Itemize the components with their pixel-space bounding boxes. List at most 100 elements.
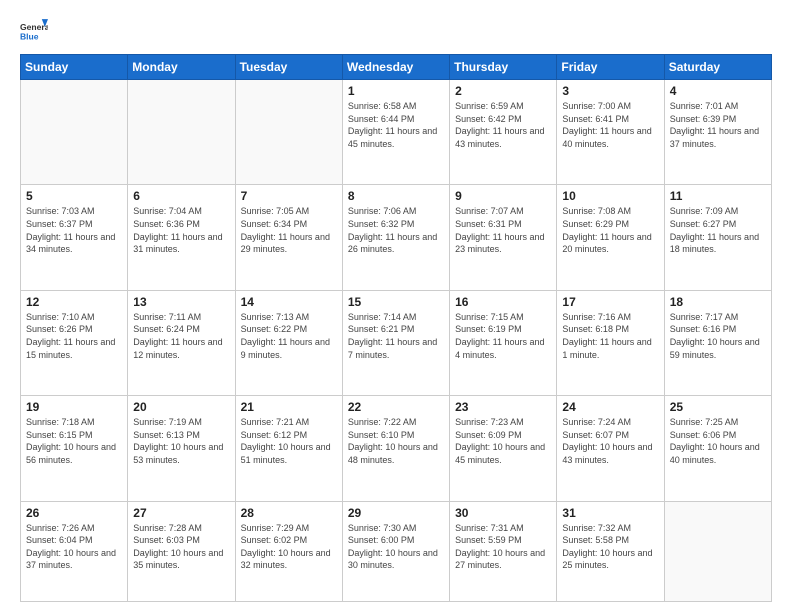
weekday-header: Wednesday: [342, 55, 449, 80]
day-info: Sunrise: 7:28 AMSunset: 6:03 PMDaylight:…: [133, 523, 223, 571]
page-header: General Blue: [20, 16, 772, 44]
day-number: 17: [562, 295, 658, 309]
weekday-header: Tuesday: [235, 55, 342, 80]
calendar-day-cell: 17 Sunrise: 7:16 AMSunset: 6:18 PMDaylig…: [557, 290, 664, 395]
day-number: 31: [562, 506, 658, 520]
calendar-day-cell: 14 Sunrise: 7:13 AMSunset: 6:22 PMDaylig…: [235, 290, 342, 395]
day-number: 12: [26, 295, 122, 309]
day-info: Sunrise: 7:01 AMSunset: 6:39 PMDaylight:…: [670, 101, 759, 149]
day-info: Sunrise: 7:30 AMSunset: 6:00 PMDaylight:…: [348, 523, 438, 571]
day-number: 24: [562, 400, 658, 414]
day-number: 1: [348, 84, 444, 98]
calendar-day-cell: 11 Sunrise: 7:09 AMSunset: 6:27 PMDaylig…: [664, 185, 771, 290]
calendar-day-cell: 10 Sunrise: 7:08 AMSunset: 6:29 PMDaylig…: [557, 185, 664, 290]
day-info: Sunrise: 7:31 AMSunset: 5:59 PMDaylight:…: [455, 523, 545, 571]
day-info: Sunrise: 7:23 AMSunset: 6:09 PMDaylight:…: [455, 417, 545, 465]
calendar-day-cell: 30 Sunrise: 7:31 AMSunset: 5:59 PMDaylig…: [450, 501, 557, 601]
day-info: Sunrise: 7:00 AMSunset: 6:41 PMDaylight:…: [562, 101, 651, 149]
calendar-week-row: 19 Sunrise: 7:18 AMSunset: 6:15 PMDaylig…: [21, 396, 772, 501]
calendar-day-cell: 22 Sunrise: 7:22 AMSunset: 6:10 PMDaylig…: [342, 396, 449, 501]
svg-text:Blue: Blue: [20, 31, 39, 41]
calendar-day-cell: 18 Sunrise: 7:17 AMSunset: 6:16 PMDaylig…: [664, 290, 771, 395]
calendar-day-cell: 7 Sunrise: 7:05 AMSunset: 6:34 PMDayligh…: [235, 185, 342, 290]
calendar-week-row: 12 Sunrise: 7:10 AMSunset: 6:26 PMDaylig…: [21, 290, 772, 395]
calendar-day-cell: 24 Sunrise: 7:24 AMSunset: 6:07 PMDaylig…: [557, 396, 664, 501]
day-number: 30: [455, 506, 551, 520]
calendar-day-cell: 27 Sunrise: 7:28 AMSunset: 6:03 PMDaylig…: [128, 501, 235, 601]
weekday-header: Sunday: [21, 55, 128, 80]
calendar-day-cell: [128, 80, 235, 185]
calendar-day-cell: 31 Sunrise: 7:32 AMSunset: 5:58 PMDaylig…: [557, 501, 664, 601]
day-number: 4: [670, 84, 766, 98]
day-info: Sunrise: 7:06 AMSunset: 6:32 PMDaylight:…: [348, 206, 437, 254]
day-number: 11: [670, 189, 766, 203]
logo: General Blue: [20, 16, 52, 44]
calendar-day-cell: 19 Sunrise: 7:18 AMSunset: 6:15 PMDaylig…: [21, 396, 128, 501]
day-info: Sunrise: 7:10 AMSunset: 6:26 PMDaylight:…: [26, 312, 115, 360]
calendar-day-cell: [235, 80, 342, 185]
day-info: Sunrise: 7:16 AMSunset: 6:18 PMDaylight:…: [562, 312, 651, 360]
day-info: Sunrise: 6:59 AMSunset: 6:42 PMDaylight:…: [455, 101, 544, 149]
calendar-day-cell: 29 Sunrise: 7:30 AMSunset: 6:00 PMDaylig…: [342, 501, 449, 601]
calendar-day-cell: 2 Sunrise: 6:59 AMSunset: 6:42 PMDayligh…: [450, 80, 557, 185]
calendar-day-cell: 16 Sunrise: 7:15 AMSunset: 6:19 PMDaylig…: [450, 290, 557, 395]
weekday-header: Saturday: [664, 55, 771, 80]
day-number: 28: [241, 506, 337, 520]
day-info: Sunrise: 7:08 AMSunset: 6:29 PMDaylight:…: [562, 206, 651, 254]
day-info: Sunrise: 7:24 AMSunset: 6:07 PMDaylight:…: [562, 417, 652, 465]
calendar-day-cell: 28 Sunrise: 7:29 AMSunset: 6:02 PMDaylig…: [235, 501, 342, 601]
day-info: Sunrise: 7:15 AMSunset: 6:19 PMDaylight:…: [455, 312, 544, 360]
day-info: Sunrise: 7:22 AMSunset: 6:10 PMDaylight:…: [348, 417, 438, 465]
day-number: 21: [241, 400, 337, 414]
day-number: 15: [348, 295, 444, 309]
day-info: Sunrise: 7:03 AMSunset: 6:37 PMDaylight:…: [26, 206, 115, 254]
day-info: Sunrise: 7:26 AMSunset: 6:04 PMDaylight:…: [26, 523, 116, 571]
calendar-day-cell: 8 Sunrise: 7:06 AMSunset: 6:32 PMDayligh…: [342, 185, 449, 290]
day-number: 8: [348, 189, 444, 203]
calendar-day-cell: 26 Sunrise: 7:26 AMSunset: 6:04 PMDaylig…: [21, 501, 128, 601]
day-number: 25: [670, 400, 766, 414]
weekday-header: Monday: [128, 55, 235, 80]
calendar-day-cell: 25 Sunrise: 7:25 AMSunset: 6:06 PMDaylig…: [664, 396, 771, 501]
calendar-day-cell: 9 Sunrise: 7:07 AMSunset: 6:31 PMDayligh…: [450, 185, 557, 290]
calendar-day-cell: 4 Sunrise: 7:01 AMSunset: 6:39 PMDayligh…: [664, 80, 771, 185]
day-number: 23: [455, 400, 551, 414]
day-number: 20: [133, 400, 229, 414]
day-info: Sunrise: 7:14 AMSunset: 6:21 PMDaylight:…: [348, 312, 437, 360]
calendar-week-row: 26 Sunrise: 7:26 AMSunset: 6:04 PMDaylig…: [21, 501, 772, 601]
calendar-day-cell: 12 Sunrise: 7:10 AMSunset: 6:26 PMDaylig…: [21, 290, 128, 395]
calendar-day-cell: 6 Sunrise: 7:04 AMSunset: 6:36 PMDayligh…: [128, 185, 235, 290]
day-number: 10: [562, 189, 658, 203]
weekday-header: Friday: [557, 55, 664, 80]
day-info: Sunrise: 7:29 AMSunset: 6:02 PMDaylight:…: [241, 523, 331, 571]
calendar-day-cell: 15 Sunrise: 7:14 AMSunset: 6:21 PMDaylig…: [342, 290, 449, 395]
weekday-header: Thursday: [450, 55, 557, 80]
weekday-header-row: SundayMondayTuesdayWednesdayThursdayFrid…: [21, 55, 772, 80]
calendar-day-cell: 3 Sunrise: 7:00 AMSunset: 6:41 PMDayligh…: [557, 80, 664, 185]
calendar-day-cell: [21, 80, 128, 185]
day-info: Sunrise: 7:17 AMSunset: 6:16 PMDaylight:…: [670, 312, 760, 360]
day-number: 6: [133, 189, 229, 203]
day-number: 18: [670, 295, 766, 309]
day-info: Sunrise: 7:19 AMSunset: 6:13 PMDaylight:…: [133, 417, 223, 465]
day-number: 26: [26, 506, 122, 520]
calendar-week-row: 5 Sunrise: 7:03 AMSunset: 6:37 PMDayligh…: [21, 185, 772, 290]
day-number: 19: [26, 400, 122, 414]
calendar-day-cell: 5 Sunrise: 7:03 AMSunset: 6:37 PMDayligh…: [21, 185, 128, 290]
calendar-week-row: 1 Sunrise: 6:58 AMSunset: 6:44 PMDayligh…: [21, 80, 772, 185]
calendar-day-cell: 20 Sunrise: 7:19 AMSunset: 6:13 PMDaylig…: [128, 396, 235, 501]
logo-icon: General Blue: [20, 16, 48, 44]
day-info: Sunrise: 7:04 AMSunset: 6:36 PMDaylight:…: [133, 206, 222, 254]
day-info: Sunrise: 6:58 AMSunset: 6:44 PMDaylight:…: [348, 101, 437, 149]
day-number: 29: [348, 506, 444, 520]
day-number: 13: [133, 295, 229, 309]
day-number: 9: [455, 189, 551, 203]
day-number: 2: [455, 84, 551, 98]
day-number: 27: [133, 506, 229, 520]
day-info: Sunrise: 7:11 AMSunset: 6:24 PMDaylight:…: [133, 312, 222, 360]
day-info: Sunrise: 7:05 AMSunset: 6:34 PMDaylight:…: [241, 206, 330, 254]
day-info: Sunrise: 7:07 AMSunset: 6:31 PMDaylight:…: [455, 206, 544, 254]
day-number: 3: [562, 84, 658, 98]
day-info: Sunrise: 7:32 AMSunset: 5:58 PMDaylight:…: [562, 523, 652, 571]
day-number: 5: [26, 189, 122, 203]
